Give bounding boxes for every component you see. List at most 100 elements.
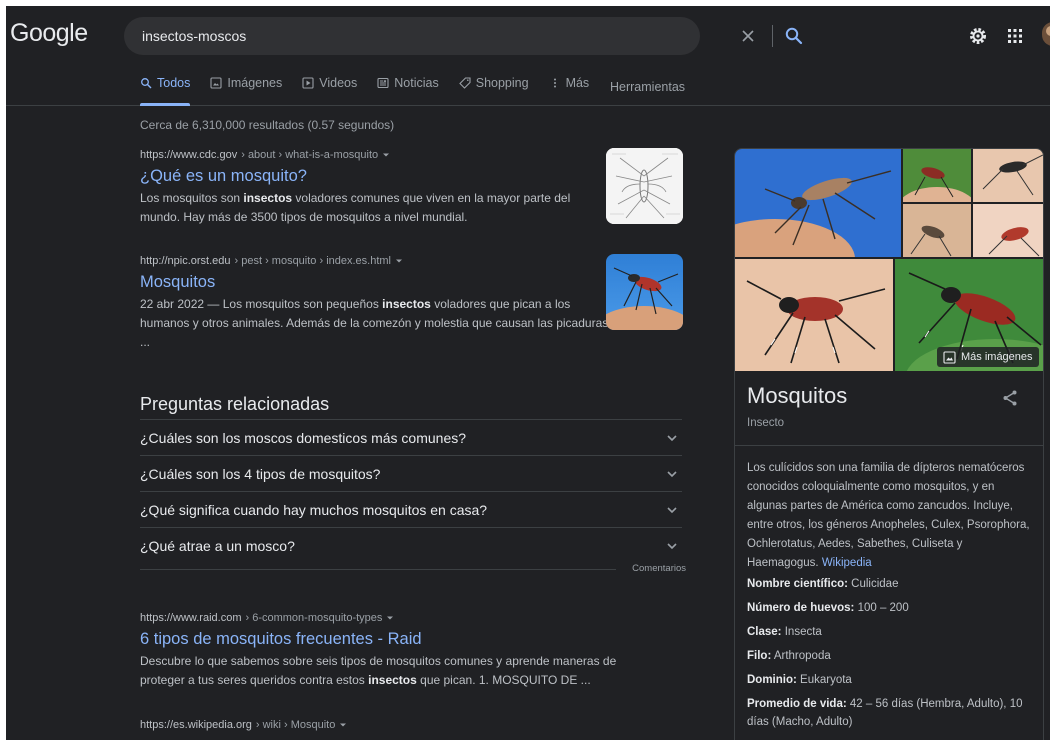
result-domain: https://es.wikipedia.org — [140, 719, 252, 731]
knowledge-panel-facts: Nombre científico: Culicidae Número de h… — [747, 575, 1037, 737]
search-icon[interactable] — [784, 26, 804, 46]
caret-down-icon[interactable] — [386, 614, 394, 622]
result-domain: https://www.cdc.gov — [140, 149, 238, 161]
tools-button[interactable]: Herramientas — [610, 80, 685, 94]
caret-down-icon[interactable] — [339, 721, 347, 729]
caret-down-icon[interactable] — [382, 151, 390, 159]
result-thumbnail[interactable] — [606, 254, 683, 330]
mosquito-diagram-image — [606, 148, 683, 224]
fact-row: Nombre científico: Culicidae — [747, 575, 1037, 593]
mosquito-photo-image[interactable] — [735, 149, 901, 257]
mosquito-photo-image[interactable] — [903, 204, 971, 257]
tab-label: Shopping — [475, 76, 529, 90]
tab-videos[interactable]: Videos — [302, 76, 357, 106]
tab-imagenes[interactable]: Imágenes — [210, 76, 282, 106]
wikipedia-link[interactable]: Wikipedia — [822, 557, 872, 569]
question-text: ¿Cuáles son los moscos domesticos más co… — [140, 429, 467, 446]
related-question[interactable]: ¿Qué significa cuando hay muchos mosquit… — [140, 491, 682, 527]
tab-todos[interactable]: Todos — [140, 76, 191, 106]
related-question[interactable]: ¿Cuáles son los 4 tipos de mosquitos? — [140, 455, 682, 491]
fact-label[interactable]: Número de huevos: — [747, 602, 854, 614]
tab-mas[interactable]: Más — [549, 76, 590, 106]
related-question[interactable]: ¿Qué atrae a un mosco? — [140, 527, 682, 563]
apps-grid-icon[interactable] — [1006, 27, 1024, 45]
result-snippet: 22 abr 2022 — Los mosquitos son pequeños… — [140, 297, 609, 349]
fact-value: 100 – 200 — [857, 602, 909, 614]
gear-icon[interactable] — [968, 26, 988, 46]
fact-label[interactable]: Nombre científico: — [747, 578, 848, 590]
related-question[interactable]: ¿Cuáles son los moscos domesticos más co… — [140, 419, 682, 455]
knowledge-panel-description: Los culícidos son una familia de díptero… — [747, 459, 1035, 573]
tag-icon — [458, 77, 471, 89]
more-vert-icon — [553, 78, 556, 88]
fact-value: Arthropoda — [773, 650, 831, 662]
fact-label[interactable]: Filo: — [747, 650, 771, 662]
caret-down-icon[interactable] — [395, 257, 403, 265]
share-icon[interactable] — [1001, 389, 1019, 407]
google-logo[interactable]: Google — [10, 19, 88, 48]
fact-label[interactable]: Clase: — [747, 626, 782, 638]
search-input[interactable] — [142, 17, 612, 55]
knowledge-panel: Más imágenes Mosquitos Insecto Los culíc… — [734, 148, 1044, 740]
result-path: › wiki › Mosquito — [255, 719, 336, 731]
knowledge-panel-images[interactable]: Más imágenes — [735, 149, 1043, 371]
result-snippet: Los mosquitos son insectos voladores com… — [140, 191, 571, 224]
result-thumbnail[interactable] — [606, 148, 683, 224]
mosquito-photo-image[interactable] — [903, 149, 971, 202]
search-tabs: Todos Imágenes Videos Noticias Shopping … — [140, 76, 609, 106]
close-icon[interactable] — [740, 28, 756, 44]
feedback-link[interactable]: Comentarios — [616, 563, 686, 574]
fact-label[interactable]: Promedio de vida: — [747, 698, 847, 710]
tab-label: Más — [565, 76, 590, 90]
tab-label: Todos — [157, 76, 191, 90]
related-questions-divider — [140, 569, 682, 570]
result-url[interactable]: http://npic.orst.edu › pest › mosquito ›… — [140, 255, 610, 267]
tab-label: Videos — [319, 76, 358, 90]
result-path: › 6-common-mosquito-types — [245, 612, 383, 624]
knowledge-panel-subtitle: Insecto — [747, 417, 785, 429]
account-avatar[interactable] — [1042, 22, 1050, 46]
more-images-button[interactable]: Más imágenes — [937, 347, 1039, 367]
chevron-down-icon — [667, 506, 677, 513]
search-result: http://npic.orst.edu › pest › mosquito ›… — [140, 255, 610, 352]
tab-label: Imágenes — [227, 76, 283, 90]
search-result: https://es.wikipedia.org › wiki › Mosqui… — [140, 719, 610, 731]
search-result: https://www.raid.com › 6-common-mosquito… — [140, 612, 620, 690]
fact-row: Dominio: Eukaryota — [747, 671, 1037, 689]
results-count: Cerca de 6,310,000 resultados (0.57 segu… — [140, 118, 395, 132]
play-icon — [302, 77, 314, 89]
question-text: ¿Qué significa cuando hay muchos mosquit… — [140, 501, 488, 518]
mosquito-photo-image[interactable] — [973, 204, 1043, 257]
related-questions-list: ¿Cuáles son los moscos domesticos más co… — [140, 419, 682, 563]
result-title[interactable]: 6 tipos de mosquitos frecuentes - Raid — [140, 628, 620, 650]
fact-row: Número de huevos: 100 – 200 — [747, 599, 1037, 617]
result-url[interactable]: https://www.cdc.gov › about › what-is-a-… — [140, 149, 610, 161]
result-url[interactable]: https://www.raid.com › 6-common-mosquito… — [140, 612, 620, 624]
tab-label: Noticias — [394, 76, 439, 90]
knowledge-panel-divider — [735, 445, 1043, 446]
tab-shopping[interactable]: Shopping — [458, 76, 529, 106]
fact-row: Clase: Insecta — [747, 623, 1037, 641]
search-bar[interactable] — [124, 17, 803, 55]
result-domain: http://npic.orst.edu — [140, 255, 231, 267]
fact-label[interactable]: Dominio: — [747, 674, 797, 686]
result-title[interactable]: Mosquitos — [140, 271, 610, 293]
newspaper-icon — [377, 77, 389, 89]
more-images-label: Más imágenes — [961, 351, 1033, 363]
mosquito-photo-image[interactable] — [973, 149, 1043, 202]
tab-noticias[interactable]: Noticias — [377, 76, 439, 106]
fact-value: Eukaryota — [800, 674, 852, 686]
mosquito-photo-image[interactable] — [735, 259, 893, 371]
browser-viewport: Google insectos-moscos Todos Imágenes Vi… — [0, 0, 1050, 740]
result-url[interactable]: https://es.wikipedia.org › wiki › Mosqui… — [140, 719, 610, 731]
fact-row: Promedio de vida: 42 – 56 días (Hembra, … — [747, 695, 1037, 731]
search-header: Google insectos-moscos Todos Imágenes Vi… — [6, 6, 1050, 106]
result-title[interactable]: ¿Qué es un mosquito? — [140, 165, 610, 187]
image-icon — [210, 77, 222, 89]
fact-value: Insecta — [784, 626, 822, 638]
search-result: https://www.cdc.gov › about › what-is-a-… — [140, 149, 610, 227]
chevron-down-icon — [667, 434, 677, 441]
result-path: › pest › mosquito › index.es.html — [234, 255, 392, 267]
result-snippet: Descubre lo que sabemos sobre seis tipos… — [140, 654, 617, 687]
fact-row: Filo: Arthropoda — [747, 647, 1037, 665]
